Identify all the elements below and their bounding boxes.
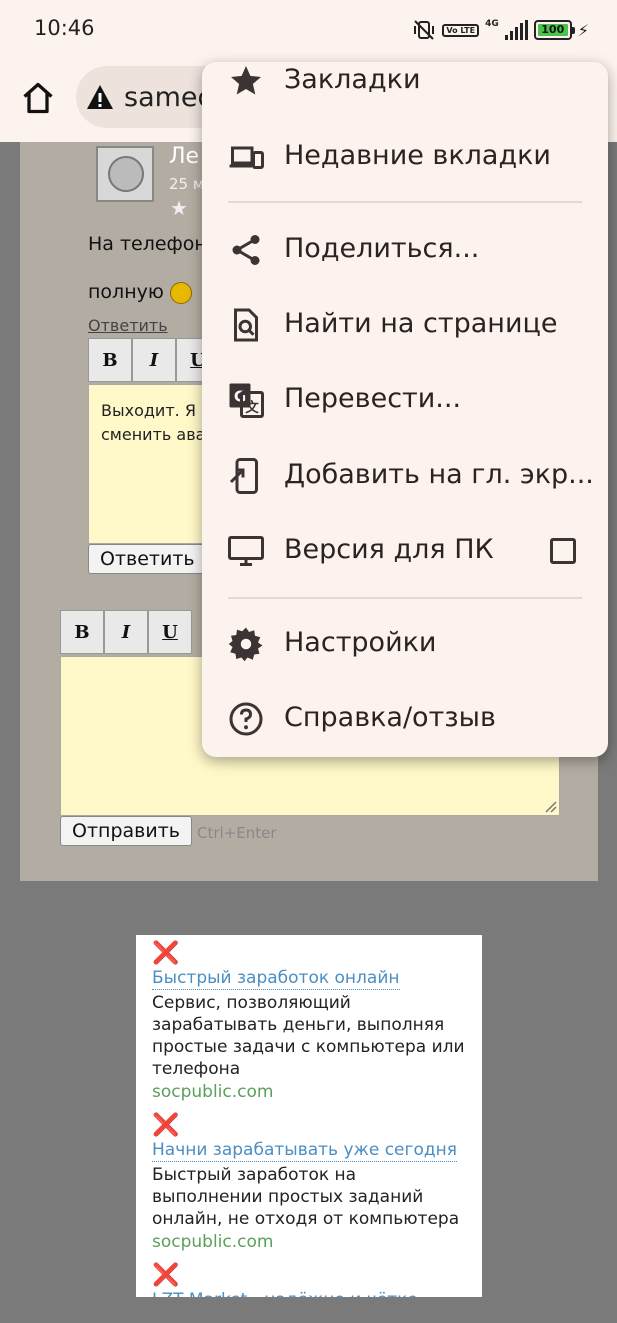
ad-domain[interactable]: socpublic.com: [152, 1230, 472, 1254]
menu-item-label: Недавние вкладки: [284, 140, 551, 171]
ad-block: ❌ Быстрый заработок онлайн Сервис, позво…: [136, 935, 482, 1297]
ad-title[interactable]: LZT Market - надёжно и чётко: [152, 1289, 418, 1297]
menu-item-label: Настройки: [284, 627, 437, 658]
desktop-icon: [228, 536, 264, 566]
ad-item[interactable]: ❌ Быстрый заработок онлайн Сервис, позво…: [152, 941, 472, 1104]
send-shortcut-hint: Ctrl+Enter: [197, 824, 277, 842]
battery-icon: 100: [533, 20, 575, 40]
italic-button[interactable]: I: [132, 338, 176, 382]
home-icon[interactable]: [20, 80, 56, 116]
menu-divider: [228, 201, 582, 203]
star-icon: [231, 66, 261, 95]
menu-item-desktop-site[interactable]: Версия для ПК: [202, 516, 608, 586]
status-time: 10:46: [34, 16, 95, 40]
send-button[interactable]: Отправить: [60, 816, 192, 846]
reply-text-line-2: сменить ава: [101, 425, 206, 444]
comment-author[interactable]: Ле: [169, 144, 199, 169]
underline-button[interactable]: U: [148, 610, 192, 654]
gear-icon: [228, 627, 263, 662]
resize-handle-icon[interactable]: [543, 799, 557, 813]
reply-link[interactable]: Ответить: [88, 316, 168, 335]
status-bar: 10:46 Vo LTE 4G 100 ⚡: [0, 0, 617, 60]
add-to-home-icon: [229, 458, 258, 494]
menu-item-label: Перевести...: [284, 383, 462, 414]
reply-editor-toolbar: B I U: [88, 338, 220, 382]
menu-divider: [228, 597, 582, 599]
ad-description: Быстрый заработок на выполнении простых …: [152, 1165, 460, 1229]
translate-icon: G 文: [229, 383, 264, 418]
smiley-icon: [169, 281, 192, 304]
menu-item-bookmarks[interactable]: Закладки: [202, 62, 608, 116]
avatar-face: [108, 156, 144, 192]
volte-badge: Vo LTE: [442, 23, 480, 37]
help-icon: [229, 702, 263, 736]
close-icon[interactable]: ❌: [152, 1113, 472, 1139]
comment-line-2-text: полную: [88, 281, 164, 303]
vibrate-mute-icon: [414, 20, 435, 40]
overflow-menu: Закладки Недавние вкладки Поделиться... …: [202, 62, 608, 757]
menu-item-label: Поделиться...: [284, 233, 480, 264]
reply-text: Выходит. Я сменить ава: [101, 399, 205, 447]
menu-item-share[interactable]: Поделиться...: [202, 215, 608, 285]
menu-item-label: Версия для ПК: [284, 534, 494, 565]
bold-button[interactable]: B: [88, 338, 132, 382]
ad-domain[interactable]: socpublic.com: [152, 1080, 472, 1104]
find-in-page-icon: [234, 308, 258, 342]
menu-item-add-to-home[interactable]: Добавить на гл. экр...: [202, 441, 608, 511]
reply-text-line-1: Выходит. Я: [101, 401, 196, 420]
menu-item-help[interactable]: Справка/отзыв: [202, 684, 608, 754]
comment-date: 25 м: [169, 175, 205, 193]
url-text: samec: [124, 82, 213, 113]
navigation-bar: [0, 1300, 617, 1323]
share-icon: [232, 235, 260, 265]
ad-item[interactable]: ❌ LZT Market - надёжно и чётко: [152, 1263, 472, 1297]
warning-icon[interactable]: [86, 84, 114, 110]
battery-level: 100: [537, 24, 568, 36]
menu-item-settings[interactable]: Настройки: [202, 609, 608, 679]
status-icons: Vo LTE 4G 100 ⚡: [412, 18, 589, 42]
menu-item-label: Закладки: [284, 64, 421, 95]
ad-title[interactable]: Быстрый заработок онлайн: [152, 967, 400, 990]
close-icon[interactable]: ❌: [152, 1263, 472, 1289]
menu-item-find-in-page[interactable]: Найти на странице: [202, 290, 608, 360]
avatar[interactable]: [96, 146, 154, 202]
menu-item-recent-tabs[interactable]: Недавние вкладки: [202, 122, 608, 192]
ad-description: Сервис, позволяющий зарабатывать деньги,…: [152, 993, 465, 1079]
menu-item-label: Добавить на гл. экр...: [284, 459, 594, 490]
close-icon[interactable]: ❌: [152, 941, 472, 967]
ad-item[interactable]: ❌ Начни зарабатывать уже сегодня Быстрый…: [152, 1113, 472, 1254]
devices-icon: [229, 146, 264, 169]
menu-item-translate[interactable]: G 文 Перевести...: [202, 365, 608, 435]
svg-text:文: 文: [245, 399, 259, 416]
main-editor-toolbar: B I U: [60, 610, 192, 654]
ad-title[interactable]: Начни зарабатывать уже сегодня: [152, 1139, 457, 1162]
reply-submit-button[interactable]: Ответить: [88, 544, 207, 574]
menu-item-label: Найти на странице: [284, 308, 558, 339]
charging-icon: ⚡: [577, 20, 589, 40]
star-icon: ★: [170, 196, 188, 220]
network-type: 4G: [485, 19, 499, 29]
bold-button[interactable]: B: [60, 610, 104, 654]
signal-icon: [504, 20, 528, 40]
desktop-site-checkbox[interactable]: [550, 538, 576, 564]
italic-button[interactable]: I: [104, 610, 148, 654]
menu-item-label: Справка/отзыв: [284, 702, 496, 733]
